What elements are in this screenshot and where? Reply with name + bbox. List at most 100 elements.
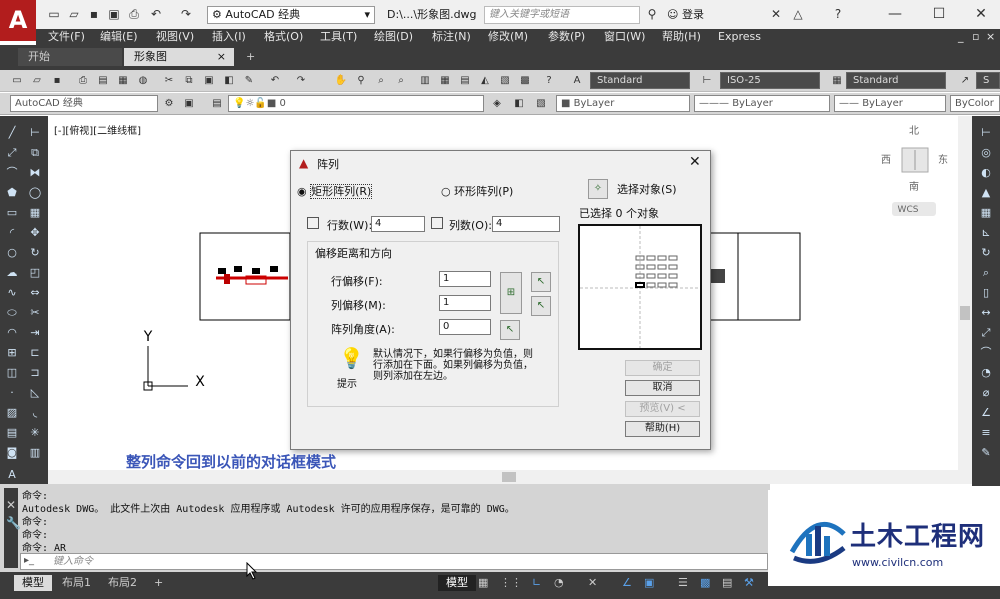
dim-style-dropdown[interactable]: ISO-25 — [720, 72, 820, 89]
doc-close-icon[interactable]: × — [986, 29, 995, 45]
menu-modify[interactable]: 修改(M) — [488, 29, 528, 45]
horizontal-scroll-thumb[interactable] — [502, 472, 516, 482]
polar-icon[interactable]: ◔ — [546, 575, 572, 591]
binoculars-icon[interactable]: ⚲ — [644, 6, 660, 22]
preview-button[interactable]: 预览(V) < — [625, 401, 700, 417]
rotate-icon[interactable]: ↻ — [28, 246, 42, 260]
cancel-button[interactable]: 取消 — [625, 380, 700, 396]
menu-help[interactable]: 帮助(H) — [662, 29, 701, 45]
gear-icon[interactable]: ⚙ — [162, 97, 176, 111]
menu-dimension[interactable]: 标注(N) — [432, 29, 471, 45]
row-offset-input[interactable]: 1 — [439, 271, 491, 287]
tab-start[interactable]: 开始 — [18, 48, 122, 66]
tab-layout2[interactable]: 布局2 — [100, 575, 145, 591]
3d-icon[interactable]: ◍ — [136, 74, 150, 88]
viewcube[interactable] — [901, 147, 929, 173]
save-icon[interactable]: ▪ — [50, 74, 64, 88]
view-icon[interactable]: ▦ — [979, 206, 993, 220]
doc-minimize-icon[interactable]: _ — [958, 29, 964, 45]
extend-icon[interactable]: ⇥ — [28, 326, 42, 340]
exchange-close-icon[interactable]: ✕ — [768, 6, 784, 22]
arc-icon[interactable]: ◜ — [5, 226, 19, 240]
multileader-style-icon[interactable]: ↗ — [958, 74, 972, 88]
linetype-dropdown[interactable]: ——— ByLayer — [694, 95, 830, 112]
preview-icon[interactable]: ▤ — [96, 74, 110, 88]
pick-column-offset-button[interactable]: ↖ — [531, 296, 551, 316]
fillet-icon[interactable]: ◟ — [28, 406, 42, 420]
menu-view[interactable]: 视图(V) — [156, 29, 194, 45]
new-icon[interactable]: ▭ — [10, 74, 24, 88]
save-icon[interactable]: ▪ — [86, 6, 102, 22]
dimension-icon[interactable]: ⊢ — [979, 126, 993, 140]
new-icon[interactable]: ▭ — [46, 6, 62, 22]
move-icon[interactable]: ✥ — [28, 226, 42, 240]
tab-layout1[interactable]: 布局1 — [54, 575, 99, 591]
gradient-icon[interactable]: ▤ — [5, 426, 19, 440]
pick-row-offset-button[interactable]: ↖ — [531, 272, 551, 292]
wcs-menu[interactable]: WCS — [898, 205, 919, 215]
zoom-window-icon[interactable]: ⌕ — [374, 74, 388, 88]
layer-dropdown[interactable]: 💡☼🔓■ 0 — [228, 95, 484, 112]
multileader-style-dropdown[interactable]: S — [976, 72, 1000, 89]
polyline-icon[interactable]: ⌒ — [5, 166, 19, 180]
menu-format[interactable]: 格式(O) — [264, 29, 303, 45]
menu-draw[interactable]: 绘图(D) — [374, 29, 413, 45]
close-icon[interactable]: ✕ — [6, 498, 16, 512]
revcloud-icon[interactable]: ☁ — [5, 266, 19, 280]
publish-icon[interactable]: ▦ — [116, 74, 130, 88]
text-style-icon[interactable]: A — [570, 74, 584, 88]
saveas-icon[interactable]: ▣ — [106, 6, 122, 22]
vertical-scrollbar[interactable] — [958, 116, 972, 470]
doc-icon[interactable]: ▯ — [979, 286, 993, 300]
copy-icon[interactable]: ⧉ — [182, 74, 196, 88]
compass-north[interactable]: 北 — [909, 125, 919, 137]
help-icon[interactable]: ? — [830, 6, 846, 22]
doc-restore-icon[interactable]: ▫ — [972, 29, 979, 45]
cut-icon[interactable]: ✂ — [162, 74, 176, 88]
dim-radius-icon[interactable]: ◔ — [979, 366, 993, 380]
menu-tools[interactable]: 工具(T) — [320, 29, 357, 45]
pick-both-offsets-button[interactable]: ⊞ — [500, 272, 522, 314]
chamfer-icon[interactable]: ◺ — [28, 386, 42, 400]
pick-angle-button[interactable]: ↖ — [500, 320, 520, 340]
pan-icon[interactable]: ✋ — [334, 74, 348, 88]
print-icon[interactable]: ⎙ — [76, 74, 90, 88]
break-icon[interactable]: ⊏ — [28, 346, 42, 360]
stretch-icon[interactable]: ⇔ — [28, 286, 42, 300]
print-icon[interactable]: ⎙ — [126, 6, 142, 22]
angle-input[interactable]: 0 — [439, 319, 491, 335]
layer-state-icon[interactable]: ▧ — [534, 97, 548, 111]
dim-edit-icon[interactable]: ✎ — [979, 446, 993, 460]
open-icon[interactable]: ▱ — [66, 6, 82, 22]
hatch-icon[interactable]: ▨ — [5, 406, 19, 420]
color-dropdown[interactable]: ■ ByLayer — [556, 95, 690, 112]
table-style-icon[interactable]: ▦ — [830, 74, 844, 88]
dim-aligned-icon[interactable]: ⤢ — [979, 326, 993, 340]
autodesk-app-icon[interactable]: △ — [790, 6, 806, 22]
matchprop-icon[interactable]: ◧ — [222, 74, 236, 88]
compass-east[interactable]: 东 — [938, 153, 948, 166]
explode-icon[interactable]: ✳ — [28, 426, 42, 440]
menu-express[interactable]: Express — [718, 29, 761, 45]
sheet-set-icon[interactable]: ◭ — [478, 74, 492, 88]
visual-style-icon[interactable]: ◐ — [979, 166, 993, 180]
properties-small-icon[interactable]: ▥ — [28, 446, 42, 460]
app-menu-button[interactable]: A — [0, 0, 36, 41]
make-current-icon[interactable]: ◈ — [490, 97, 504, 111]
dim-linear-icon[interactable]: ↔ — [979, 306, 993, 320]
dim-arc-icon[interactable]: ⌒ — [979, 346, 993, 360]
compass-west[interactable]: 西 — [881, 155, 891, 166]
compass-south[interactable]: 南 — [909, 180, 919, 193]
markup-icon[interactable]: ▧ — [498, 74, 512, 88]
otrack-icon[interactable]: ▣ — [636, 575, 662, 591]
array-icon[interactable]: ▦ — [28, 206, 42, 220]
paste-icon[interactable]: ▣ — [202, 74, 216, 88]
table-style-dropdown[interactable]: Standard — [846, 72, 946, 89]
maximize-icon[interactable]: ☐ — [924, 4, 954, 24]
isodraft-icon[interactable]: ✕ — [580, 575, 605, 591]
workspace-dropdown[interactable]: ⚙ AutoCAD 经典 ▾ — [207, 6, 375, 24]
undo-icon[interactable]: ↶ — [148, 6, 164, 22]
zoom-realtime-icon[interactable]: ⚲ — [354, 74, 368, 88]
mirror-icon[interactable]: ⧓ — [28, 166, 42, 180]
wrench-icon[interactable]: 🔧 — [6, 516, 21, 530]
